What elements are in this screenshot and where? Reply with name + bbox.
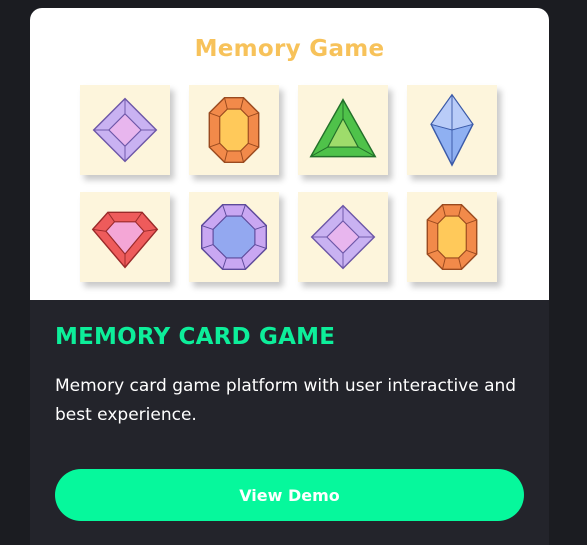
blue-crystal-gem-icon — [430, 93, 474, 167]
card-grid — [80, 85, 497, 282]
project-card: Memory Game MEMORY CARD GAME Memory card… — [30, 8, 549, 545]
memory-card — [298, 192, 388, 282]
project-description: Memory card game platform with user inte… — [55, 376, 517, 425]
memory-card — [189, 192, 279, 282]
memory-card — [189, 85, 279, 175]
project-preview-image: Memory Game — [30, 8, 549, 300]
memory-card — [407, 192, 497, 282]
card-content: MEMORY CARD GAME Memory card game platfo… — [55, 324, 525, 430]
memory-card — [407, 85, 497, 175]
green-triangle-gem-icon — [309, 98, 377, 158]
purple-octagon-gem-icon — [200, 203, 268, 271]
memory-card — [80, 85, 170, 175]
orange-emerald-gem-icon — [426, 203, 478, 271]
memory-card — [80, 192, 170, 282]
game-title: Memory Game — [194, 36, 385, 62]
project-title: MEMORY CARD GAME — [55, 324, 336, 350]
purple-diamond-gem-icon — [310, 204, 376, 270]
memory-card — [298, 85, 388, 175]
red-heart-gem-icon — [91, 211, 159, 269]
orange-emerald-gem-icon — [208, 96, 260, 164]
purple-diamond-gem-icon — [92, 97, 158, 163]
view-demo-button[interactable]: View Demo — [55, 469, 524, 521]
